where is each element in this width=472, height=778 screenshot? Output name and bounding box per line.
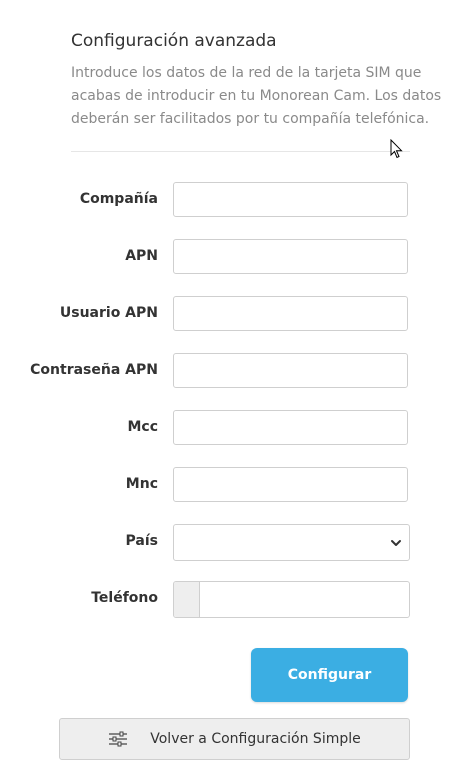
company-input[interactable] bbox=[173, 182, 408, 217]
configure-button[interactable]: Configurar bbox=[251, 648, 408, 702]
phone-prefix-addon bbox=[174, 582, 200, 617]
chevron-down-icon bbox=[391, 540, 401, 546]
mcc-label: Mcc bbox=[127, 419, 158, 435]
apn-password-label: Contraseña APN bbox=[30, 362, 158, 378]
mnc-label: Mnc bbox=[125, 476, 158, 492]
divider bbox=[71, 151, 410, 152]
apn-label: APN bbox=[125, 248, 158, 264]
configure-button-label: Configurar bbox=[287, 667, 372, 683]
mcc-input[interactable] bbox=[173, 410, 408, 445]
phone-label: Teléfono bbox=[91, 590, 158, 606]
form-row-apn-password: Contraseña APN bbox=[0, 353, 472, 390]
back-to-simple-config-button[interactable]: Volver a Configuración Simple bbox=[59, 718, 410, 760]
page-description: Introduce los datos de la red de la tarj… bbox=[71, 65, 442, 127]
back-to-simple-config-label: Volver a Configuración Simple bbox=[150, 731, 361, 747]
form-row-country: País bbox=[0, 524, 472, 561]
mnc-input[interactable] bbox=[173, 467, 408, 502]
form-row-apn: APN bbox=[0, 239, 472, 276]
company-label: Compañía bbox=[79, 191, 158, 207]
apn-user-label: Usuario APN bbox=[59, 305, 158, 321]
page-title: Configuración avanzada bbox=[71, 31, 277, 51]
sliders-icon bbox=[109, 731, 128, 747]
form-row-company: Compañía bbox=[0, 182, 472, 219]
mouse-cursor-icon bbox=[390, 139, 403, 159]
apn-password-input[interactable] bbox=[173, 353, 408, 388]
phone-input-group bbox=[173, 581, 410, 618]
form-row-mcc: Mcc bbox=[0, 410, 472, 447]
apn-input[interactable] bbox=[173, 239, 408, 274]
form-row-mnc: Mnc bbox=[0, 467, 472, 504]
form-row-phone: Teléfono bbox=[0, 581, 472, 618]
country-select[interactable] bbox=[173, 524, 410, 561]
form-row-apn-user: Usuario APN bbox=[0, 296, 472, 333]
apn-user-input[interactable] bbox=[173, 296, 408, 331]
country-label: País bbox=[125, 533, 158, 549]
phone-input[interactable] bbox=[200, 582, 409, 617]
